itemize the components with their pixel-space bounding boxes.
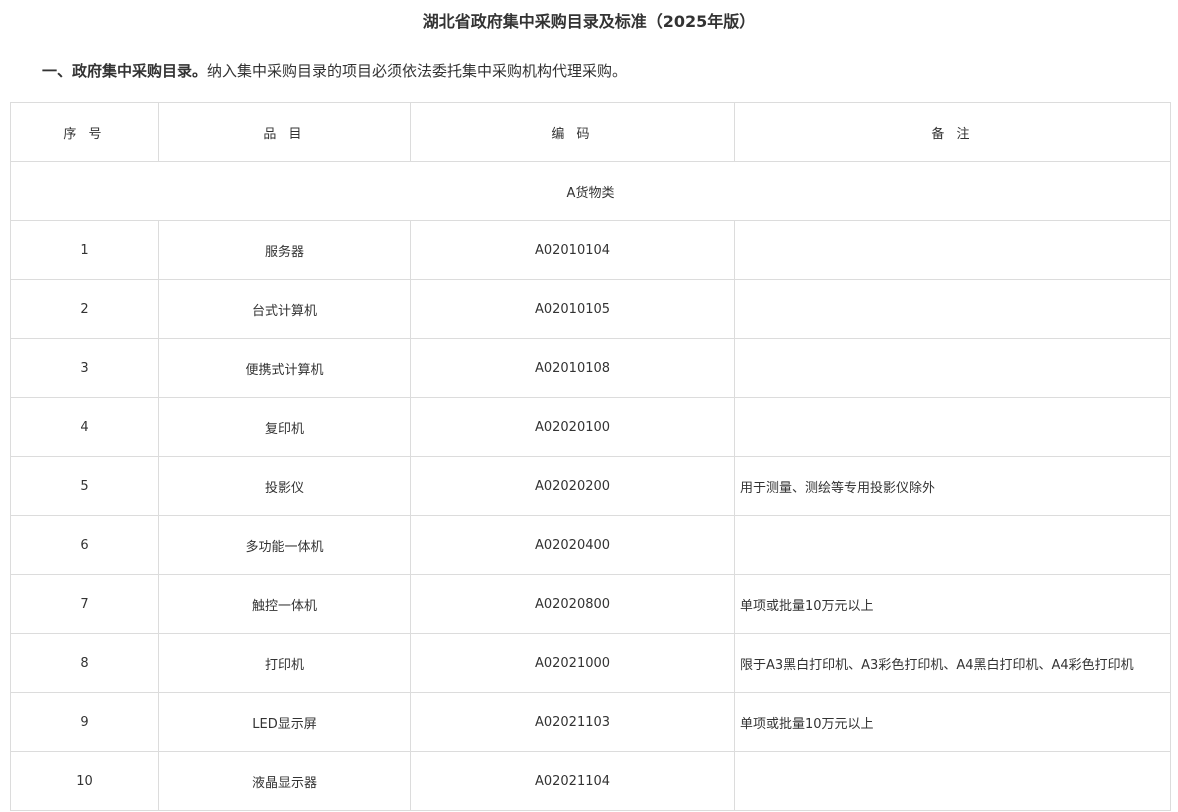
header-serial-number: 序 号 <box>10 102 159 162</box>
row-item-name: 液晶显示器 <box>158 751 411 811</box>
row-remark: 用于测量、测绘等专用投影仪除外 <box>734 456 1171 516</box>
row-item-name: 投影仪 <box>158 456 411 516</box>
row-item-name: 触控一体机 <box>158 574 411 634</box>
table-header-row: 序 号 品 目 编 码 备 注 <box>10 102 1171 162</box>
table-row: 1 服务器 A02010104 <box>10 220 1171 280</box>
row-item-code: A02010104 <box>410 220 735 280</box>
row-item-code: A02021104 <box>410 751 735 811</box>
row-item-name: 便携式计算机 <box>158 338 411 398</box>
table-row: 9 LED显示屏 A02021103 单项或批量10万元以上 <box>10 692 1171 752</box>
row-serial-number: 4 <box>10 397 159 457</box>
row-item-code: A02021103 <box>410 692 735 752</box>
row-item-code: A02021000 <box>410 633 735 693</box>
row-item-name: 打印机 <box>158 633 411 693</box>
row-item-code: A02020100 <box>410 397 735 457</box>
header-remark: 备 注 <box>734 102 1171 162</box>
row-remark <box>734 338 1171 398</box>
table-row: 3 便携式计算机 A02010108 <box>10 338 1171 398</box>
table-row: 6 多功能一体机 A02020400 <box>10 515 1171 575</box>
row-item-name: LED显示屏 <box>158 692 411 752</box>
row-item-code: A02020400 <box>410 515 735 575</box>
intro-lead: 一、政府集中采购目录。 <box>42 62 208 80</box>
table-row: 8 打印机 A02021000 限于A3黑白打印机、A3彩色打印机、A4黑白打印机、A… <box>10 633 1171 693</box>
row-remark: 单项或批量10万元以上 <box>734 574 1171 634</box>
row-remark <box>734 220 1171 280</box>
header-code: 编 码 <box>410 102 735 162</box>
row-serial-number: 3 <box>10 338 159 398</box>
row-remark <box>734 397 1171 457</box>
row-item-name: 复印机 <box>158 397 411 457</box>
row-serial-number: 7 <box>10 574 159 634</box>
table-row: 5 投影仪 A02020200 用于测量、测绘等专用投影仪除外 <box>10 456 1171 516</box>
table-row: 2 台式计算机 A02010105 <box>10 279 1171 339</box>
procurement-catalog-table: 序 号 品 目 编 码 备 注 A货物类 1 服务器 A02010104 2 台式计算机… <box>10 102 1171 811</box>
table-row: 10 液晶显示器 A02021104 <box>10 751 1171 811</box>
row-remark: 单项或批量10万元以上 <box>734 692 1171 752</box>
row-item-code: A02010108 <box>410 338 735 398</box>
header-item: 品 目 <box>158 102 411 162</box>
row-remark <box>734 279 1171 339</box>
row-item-code: A02010105 <box>410 279 735 339</box>
row-item-name: 台式计算机 <box>158 279 411 339</box>
row-item-code: A02020200 <box>410 456 735 516</box>
table-row: 7 触控一体机 A02020800 单项或批量10万元以上 <box>10 574 1171 634</box>
row-remark <box>734 515 1171 575</box>
section-row: A货物类 <box>10 161 1171 221</box>
row-item-code: A02020800 <box>410 574 735 634</box>
intro-paragraph: 一、政府集中采购目录。纳入集中采购目录的项目必须依法委托集中采购机构代理采购。 <box>42 59 627 83</box>
intro-text: 纳入集中采购目录的项目必须依法委托集中采购机构代理采购。 <box>207 62 628 80</box>
row-item-name: 服务器 <box>158 220 411 280</box>
row-serial-number: 5 <box>10 456 159 516</box>
row-serial-number: 9 <box>10 692 159 752</box>
row-remark <box>734 751 1171 811</box>
row-serial-number: 2 <box>10 279 159 339</box>
row-serial-number: 1 <box>10 220 159 280</box>
section-label-goods: A货物类 <box>10 161 1171 221</box>
row-item-name: 多功能一体机 <box>158 515 411 575</box>
document-title: 湖北省政府集中采购目录及标准（2025年版） <box>422 12 756 31</box>
row-serial-number: 8 <box>10 633 159 693</box>
row-serial-number: 10 <box>10 751 159 811</box>
row-serial-number: 6 <box>10 515 159 575</box>
row-remark: 限于A3黑白打印机、A3彩色打印机、A4黑白打印机、A4彩色打印机 <box>734 633 1171 693</box>
table-row: 4 复印机 A02020100 <box>10 397 1171 457</box>
